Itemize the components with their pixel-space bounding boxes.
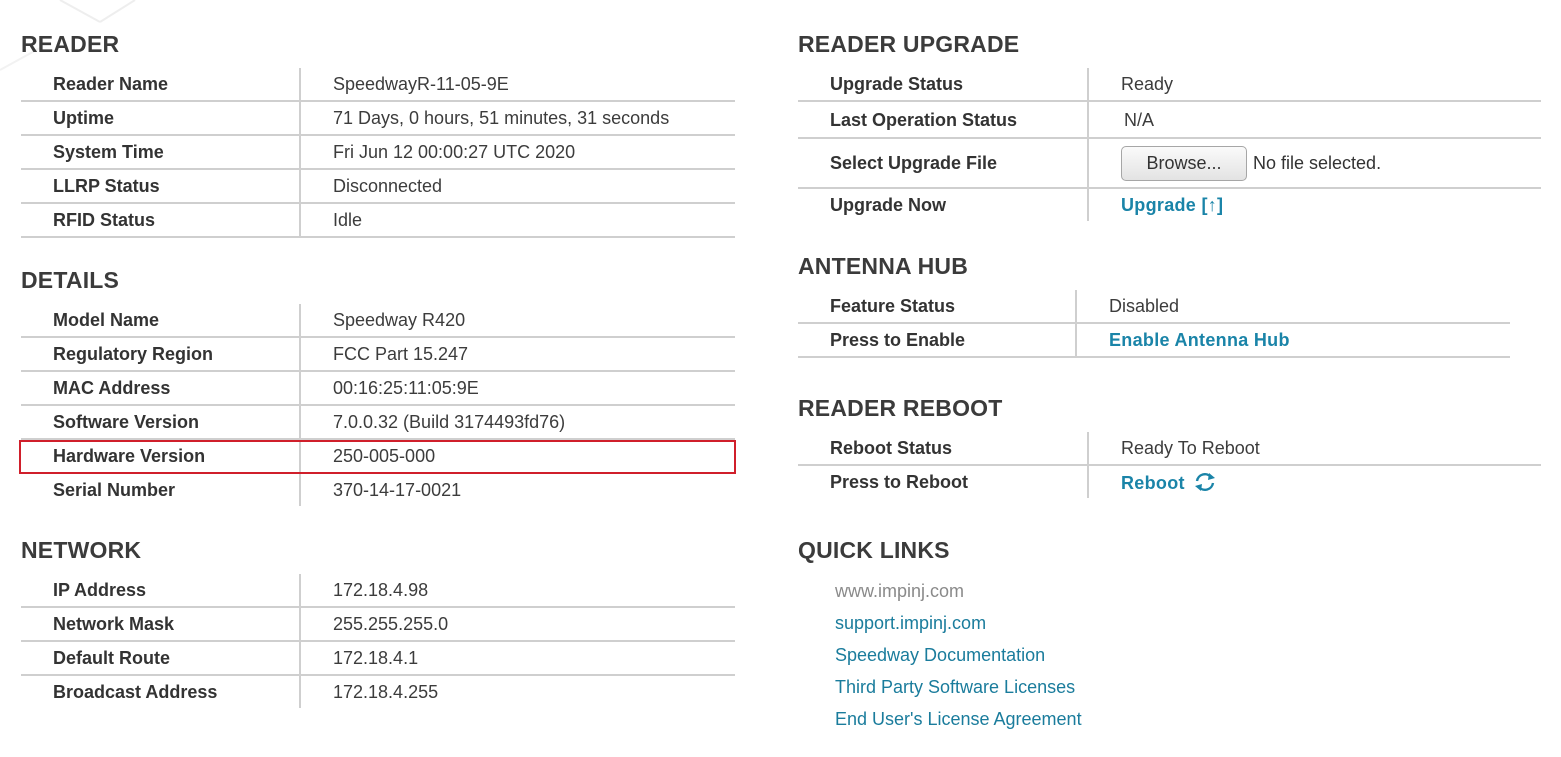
table-row: Last Operation Status N/A [798, 101, 1541, 138]
ip-address-label: IP Address [21, 574, 301, 607]
broadcast-address-value: 172.18.4.255 [333, 682, 439, 702]
upgrade-action-cell: Upgrade [↑] [1088, 188, 1541, 221]
table-row: Reader Name SpeedwayR-11-05-9E [21, 68, 735, 101]
upgrade-link-text: Upgrade [1121, 195, 1197, 215]
browse-button[interactable]: Browse... [1121, 145, 1247, 181]
enable-antenna-hub-link[interactable]: Enable Antenna Hub [1109, 330, 1290, 350]
table-row: Press to Enable Enable Antenna Hub [798, 323, 1510, 357]
table-row: Serial Number 370-14-17-0021 [21, 473, 735, 506]
details-table: Model Name Speedway R420 Regulatory Regi… [21, 304, 735, 506]
upgrade-link[interactable]: Upgrade [↑] [1121, 195, 1223, 215]
table-row: Uptime 71 Days, 0 hours, 51 minutes, 31 … [21, 101, 735, 135]
default-route-value: 172.18.4.1 [333, 648, 419, 668]
table-row: LLRP Status Disconnected [21, 169, 735, 203]
reboot-status-label: Reboot Status [798, 432, 1089, 465]
table-row: Reboot Status Ready To Reboot [798, 432, 1541, 465]
ip-address-value: 172.18.4.98 [333, 580, 429, 600]
enable-action-cell: Enable Antenna Hub [1076, 323, 1510, 357]
reader-section-title: READER [21, 31, 120, 57]
table-row: Select Upgrade File Browse... No file sel… [798, 138, 1541, 188]
network-mask-value: 255.255.255.0 [333, 614, 449, 634]
last-operation-status-value: N/A [1124, 109, 1155, 130]
reboot-section-title: READER REBOOT [798, 395, 1003, 421]
upgrade-status-label: Upgrade Status [798, 68, 1089, 101]
default-route-label: Default Route [21, 641, 301, 675]
table-row: System Time Fri Jun 12 00:00:27 UTC 2020 [21, 135, 735, 169]
network-section-title: NETWORK [21, 537, 142, 563]
press-to-enable-label: Press to Enable [798, 323, 1077, 357]
table-row: RFID Status Idle [21, 203, 735, 237]
antenna-hub-table: Feature Status Disabled Press to Enable … [798, 290, 1510, 358]
file-picker: Browse... No file selected. [1088, 138, 1541, 188]
upgrade-table: Upgrade Status Ready Last Operation Stat… [798, 68, 1541, 221]
reader-table: Reader Name SpeedwayR-11-05-9E Uptime 71… [21, 68, 735, 238]
upload-arrow-icon: [↑] [1201, 195, 1224, 215]
table-row: Regulatory Region FCC Part 15.247 [21, 337, 735, 371]
serial-number-value: 370-14-17-0021 [333, 480, 462, 500]
broadcast-address-label: Broadcast Address [21, 675, 301, 708]
table-row: Network Mask 255.255.255.0 [21, 607, 735, 641]
regulatory-region-value: FCC Part 15.247 [333, 344, 469, 364]
refresh-icon [1195, 473, 1216, 491]
reboot-action-cell: Reboot [1088, 465, 1541, 498]
mac-address-value: 00:16:25:11:05:9E [333, 378, 479, 398]
rfid-status-label: RFID Status [21, 203, 301, 237]
table-row: Upgrade Status Ready [798, 68, 1541, 101]
system-time-value: Fri Jun 12 00:00:27 UTC 2020 [333, 142, 576, 162]
antenna-hub-section-title: ANTENNA HUB [798, 253, 969, 279]
llrp-status-label: LLRP Status [21, 169, 301, 203]
reader-name-value: SpeedwayR-11-05-9E [333, 74, 509, 94]
table-row: Press to Reboot Reboot [798, 465, 1541, 498]
quick-link-support[interactable]: support.impinj.com [835, 612, 986, 634]
quick-link-impinj-website[interactable]: www.impinj.com [835, 580, 964, 602]
llrp-status-value: Disconnected [333, 176, 443, 196]
quick-links-section-title: QUICK LINKS [798, 537, 950, 563]
network-mask-label: Network Mask [21, 607, 301, 641]
software-version-label: Software Version [21, 405, 301, 439]
reboot-status-value: Ready To Reboot [1121, 438, 1260, 458]
table-row: Upgrade Now Upgrade [↑] [798, 188, 1541, 221]
no-file-selected-text: No file selected. [1253, 153, 1382, 173]
quick-link-third-party-licenses[interactable]: Third Party Software Licenses [835, 676, 1075, 698]
quick-link-speedway-documentation[interactable]: Speedway Documentation [835, 644, 1045, 666]
feature-status-value: Disabled [1109, 296, 1180, 316]
system-time-label: System Time [21, 135, 301, 169]
table-row: IP Address 172.18.4.98 [21, 574, 735, 607]
feature-status-label: Feature Status [798, 290, 1077, 323]
table-row: Software Version 7.0.0.32 (Build 3174493… [21, 405, 735, 439]
serial-number-label: Serial Number [21, 473, 301, 506]
hardware-version-highlight-box [19, 440, 736, 474]
uptime-value: 71 Days, 0 hours, 51 minutes, 31 seconds [333, 108, 670, 128]
upgrade-status-value: Ready [1121, 74, 1174, 94]
reboot-table: Reboot Status Ready To Reboot Press to R… [798, 432, 1541, 498]
reboot-link[interactable]: Reboot [1121, 473, 1218, 493]
table-row: Feature Status Disabled [798, 290, 1510, 323]
model-name-value: Speedway R420 [333, 310, 466, 330]
table-row: Default Route 172.18.4.1 [21, 641, 735, 675]
select-upgrade-file-label: Select Upgrade File [798, 138, 1089, 188]
last-operation-status-label: Last Operation Status [798, 101, 1089, 138]
table-row: MAC Address 00:16:25:11:05:9E [21, 371, 735, 405]
quick-link-eula[interactable]: End User's License Agreement [835, 708, 1082, 730]
rfid-status-value: Idle [333, 210, 363, 230]
uptime-label: Uptime [21, 101, 301, 135]
mac-address-label: MAC Address [21, 371, 301, 405]
network-table: IP Address 172.18.4.98 Network Mask 255.… [21, 574, 735, 708]
upgrade-now-label: Upgrade Now [798, 188, 1089, 221]
reboot-link-text: Reboot [1121, 473, 1185, 493]
table-row: Broadcast Address 172.18.4.255 [21, 675, 735, 708]
upgrade-section-title: READER UPGRADE [798, 31, 1020, 57]
regulatory-region-label: Regulatory Region [21, 337, 301, 371]
reader-name-label: Reader Name [21, 68, 301, 101]
details-section-title: DETAILS [21, 267, 120, 293]
table-row: Model Name Speedway R420 [21, 304, 735, 337]
software-version-value: 7.0.0.32 (Build 3174493fd76) [333, 412, 566, 432]
press-to-reboot-label: Press to Reboot [798, 465, 1089, 498]
model-name-label: Model Name [21, 304, 301, 337]
